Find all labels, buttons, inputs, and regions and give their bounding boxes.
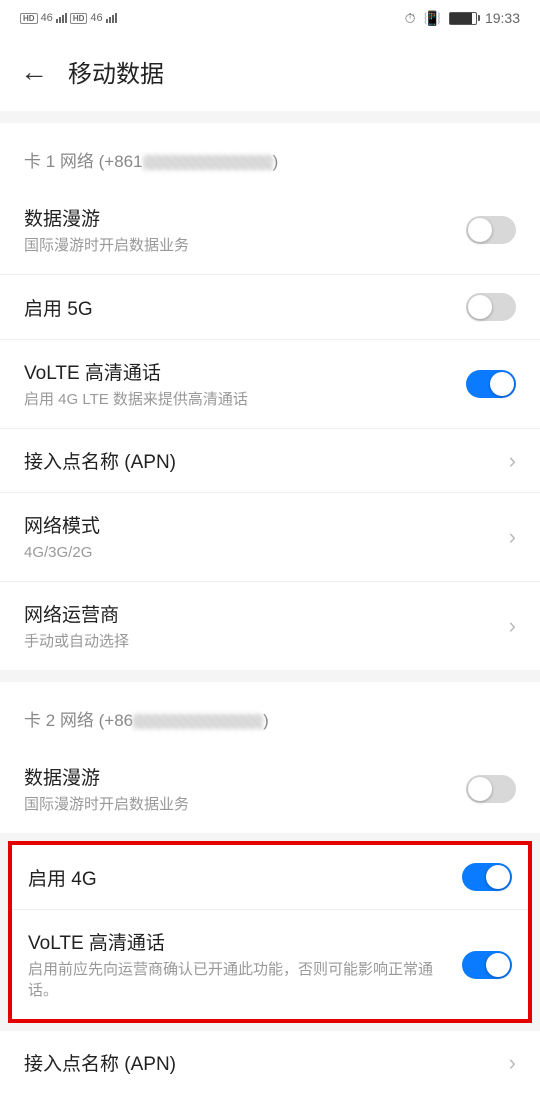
status-right: ⏱ 📳 19:33 <box>405 10 520 27</box>
redacted-number <box>143 155 273 170</box>
page-title: 移动数据 <box>68 54 164 89</box>
battery-icon <box>449 12 477 25</box>
row-title: 网络运营商 <box>24 600 509 627</box>
row-subtitle: 4G/3G/2G <box>24 542 509 563</box>
sim1-data-roaming-row[interactable]: 数据漫游 国际漫游时开启数据业务 <box>0 186 540 275</box>
row-subtitle: 国际漫游时开启数据业务 <box>24 794 466 815</box>
row-title: 数据漫游 <box>24 763 466 790</box>
row-title: VoLTE 高清通话 <box>24 358 466 385</box>
signal-icon <box>106 13 117 23</box>
sim2-label: 卡 2 网络 (+86 <box>24 711 133 730</box>
hd-icon: HD <box>70 13 88 24</box>
row-title: 接入点名称 (APN) <box>24 1049 509 1076</box>
sim1-network-mode-row[interactable]: 网络模式 4G/3G/2G › <box>0 493 540 582</box>
sim1-apn-row[interactable]: 接入点名称 (APN) › <box>0 429 540 493</box>
sim1-volte-row[interactable]: VoLTE 高清通话 启用 4G LTE 数据来提供高清通话 <box>0 340 540 429</box>
net-label: 46 <box>41 12 53 24</box>
sim2-volte-toggle[interactable] <box>462 951 512 979</box>
row-title: 网络模式 <box>24 511 509 538</box>
row-title: 数据漫游 <box>24 204 466 231</box>
row-subtitle: 启用前应先向运营商确认已开通此功能，否则可能影响正常通话。 <box>28 959 462 1001</box>
sim2-volte-row[interactable]: VoLTE 高清通话 启用前应先向运营商确认已开通此功能，否则可能影响正常通话。 <box>12 910 528 1019</box>
redacted-number <box>133 714 263 729</box>
status-left: HD 46 HD 46 <box>20 12 117 24</box>
row-subtitle: 国际漫游时开启数据业务 <box>24 235 466 256</box>
page-header: ← 移动数据 <box>0 36 540 111</box>
hd-icon: HD <box>20 13 38 24</box>
sim2-roaming-toggle[interactable] <box>466 775 516 803</box>
highlighted-section: 启用 4G VoLTE 高清通话 启用前应先向运营商确认已开通此功能，否则可能影… <box>8 841 532 1023</box>
sim1-volte-toggle[interactable] <box>466 370 516 398</box>
chevron-right-icon: › <box>509 448 516 474</box>
back-button[interactable]: ← <box>20 56 48 88</box>
sim2-label-suffix: ) <box>263 711 269 730</box>
sim1-carrier-row[interactable]: 网络运营商 手动或自动选择 › <box>0 582 540 670</box>
clock: 19:33 <box>485 10 520 26</box>
sim1-label: 卡 1 网络 (+861 <box>24 152 143 171</box>
row-title: VoLTE 高清通话 <box>28 928 462 955</box>
sim2-enable-4g-row[interactable]: 启用 4G <box>12 845 528 910</box>
chevron-right-icon: › <box>509 524 516 550</box>
row-title: 启用 4G <box>28 864 462 891</box>
row-title: 接入点名称 (APN) <box>24 447 509 474</box>
net-label: 46 <box>90 12 102 24</box>
sim1-roaming-toggle[interactable] <box>466 216 516 244</box>
sim2-apn-row[interactable]: 接入点名称 (APN) › <box>0 1031 540 1094</box>
signal-icon <box>56 13 67 23</box>
status-bar: HD 46 HD 46 ⏱ 📳 19:33 <box>0 0 540 36</box>
sim2-data-roaming-row[interactable]: 数据漫游 国际漫游时开启数据业务 <box>0 745 540 833</box>
sim1-5g-toggle[interactable] <box>466 293 516 321</box>
sim2-section-header: 卡 2 网络 (+86) <box>0 682 540 745</box>
chevron-right-icon: › <box>509 613 516 639</box>
sim1-label-suffix: ) <box>273 152 279 171</box>
row-subtitle: 手动或自动选择 <box>24 631 509 652</box>
row-title: 启用 5G <box>24 294 466 321</box>
sim2-4g-toggle[interactable] <box>462 863 512 891</box>
vibrate-icon: 📳 <box>424 10 441 27</box>
sim1-section-header: 卡 1 网络 (+861) <box>0 123 540 186</box>
sim1-enable-5g-row[interactable]: 启用 5G <box>0 275 540 340</box>
chevron-right-icon: › <box>509 1050 516 1076</box>
alarm-icon: ⏱ <box>405 10 416 27</box>
row-subtitle: 启用 4G LTE 数据来提供高清通话 <box>24 389 466 410</box>
